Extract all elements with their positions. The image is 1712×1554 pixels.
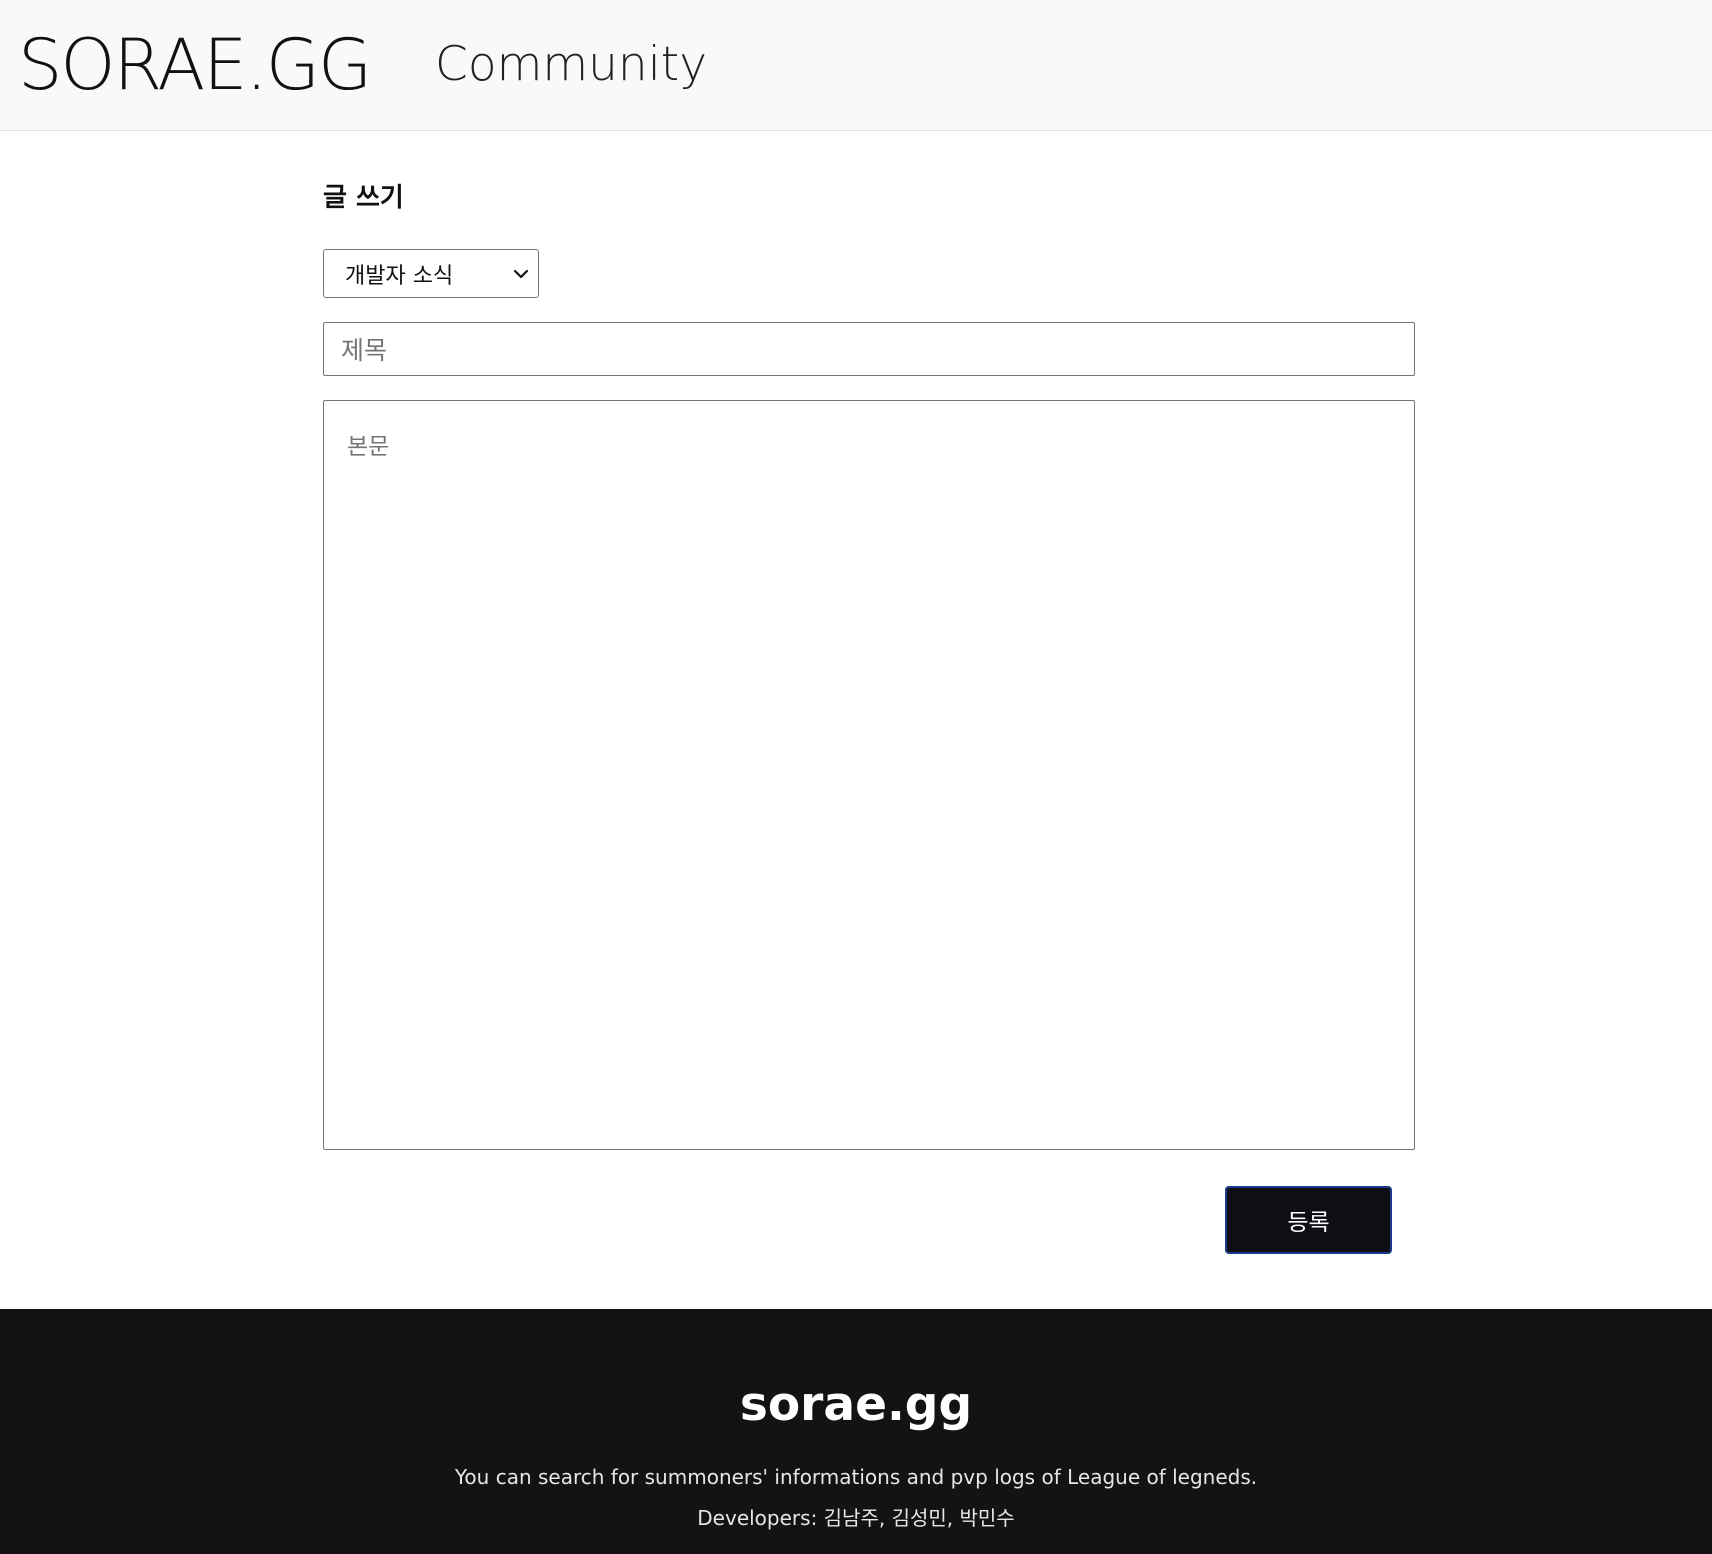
category-selected-value: 개발자 소식 — [345, 263, 454, 289]
site-footer: sorae.gg You can search for summoners' i… — [0, 1309, 1712, 1554]
title-placeholder: 제목 — [341, 336, 388, 365]
category-select[interactable]: 개발자 소식 — [323, 249, 539, 298]
submit-button[interactable]: 등록 — [1225, 1186, 1392, 1254]
site-logo[interactable]: SORAE.GG — [18, 18, 372, 113]
nav-community-link[interactable]: Community — [435, 35, 707, 95]
page-title: 글 쓰기 — [323, 183, 404, 213]
footer-brand: sorae.gg — [739, 1377, 973, 1432]
footer-description: You can search for summoners' informatio… — [454, 1465, 1258, 1489]
chevron-down-icon — [513, 269, 529, 279]
body-textarea[interactable]: 본문 — [323, 400, 1415, 1150]
title-input[interactable]: 제목 — [323, 322, 1415, 376]
footer-developers: Developers: 김남주, 김성민, 박민수 — [697, 1506, 1015, 1530]
body-placeholder: 본문 — [347, 434, 390, 460]
site-header: SORAE.GG Community — [0, 0, 1712, 131]
